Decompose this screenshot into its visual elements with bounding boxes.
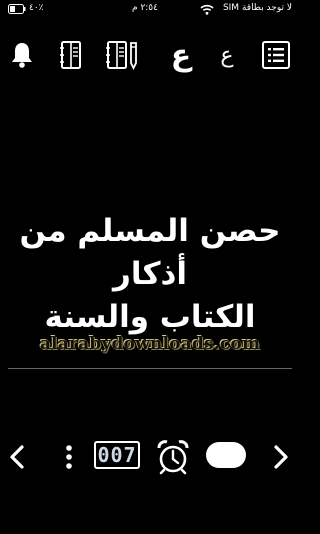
wifi-icon [200,4,214,15]
page-title: حصن المسلم من أذكار الكتاب والسنة [0,210,300,339]
watermark-text: alarabydownloads.com [39,334,261,354]
font-decrease-button[interactable]: ع [212,38,242,72]
title-line-2: الكتاب والسنة [44,299,256,335]
battery-icon [8,4,26,14]
alarm-clock-icon[interactable] [155,438,191,476]
status-bar: ٤٠٪ ٢:٥٤ م لا توجد بطاقة SIM [0,0,300,20]
chevron-right-icon[interactable] [270,438,292,476]
more-options-icon[interactable] [60,438,78,476]
bell-icon[interactable] [8,38,36,72]
list-menu-icon[interactable] [260,38,292,72]
carrier-label: لا توجد بطاقة SIM [222,3,292,13]
battery-percentage: ٤٠٪ [29,3,44,13]
chevron-left-icon[interactable] [6,438,28,476]
divider [8,368,292,369]
notebook-pencil-icon[interactable] [104,38,142,72]
font-increase-button[interactable]: ع [164,38,198,73]
status-time: ٢:٥٤ م [132,3,158,13]
notebook-icon[interactable] [57,38,85,72]
counter-display[interactable]: 007 [94,441,140,469]
title-line-1: حصن المسلم من أذكار [19,213,281,292]
counter-value: 007 [97,443,137,467]
night-mode-toggle[interactable] [206,442,246,468]
